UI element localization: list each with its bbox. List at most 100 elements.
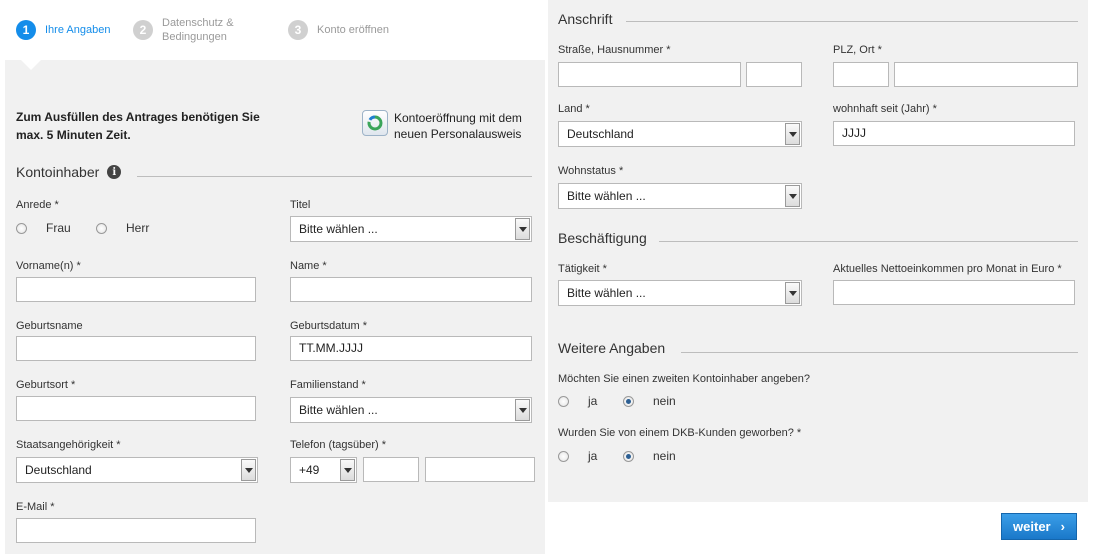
ort-input[interactable] bbox=[894, 62, 1078, 87]
step-3-number: 3 bbox=[288, 20, 308, 40]
chevron-down-icon bbox=[785, 185, 800, 207]
einkommen-input[interactable] bbox=[833, 280, 1075, 305]
personalausweis-link[interactable]: Kontoeröffnung mit dem neuen Personalaus… bbox=[362, 110, 522, 142]
wohnstatus-value: Bitte wählen ... bbox=[567, 189, 646, 203]
ja-label: ja bbox=[588, 449, 598, 463]
step-2: 2 Datenschutz & Bedingungen bbox=[133, 16, 234, 44]
anrede-herr-radio[interactable] bbox=[96, 222, 107, 234]
step-2-number: 2 bbox=[133, 20, 153, 40]
familienstand-value: Bitte wählen ... bbox=[299, 403, 378, 417]
wohnstatus-label: Wohnstatus * bbox=[558, 165, 624, 177]
titel-select[interactable]: Bitte wählen ... bbox=[290, 216, 532, 242]
wohnhaft-label: wohnhaft seit (Jahr) * bbox=[833, 103, 937, 115]
nein-label: nein bbox=[653, 394, 676, 408]
step-3-label: Konto eröffnen bbox=[317, 24, 389, 36]
chevron-down-icon bbox=[515, 399, 530, 421]
zweiter-kontoinhaber-question: Möchten Sie einen zweiten Kontoinhaber a… bbox=[558, 373, 810, 385]
staatsangehoerigkeit-select[interactable]: Deutschland bbox=[16, 457, 258, 483]
id-card-icon bbox=[362, 110, 388, 136]
staatsangehoerigkeit-label: Staatsangehörigkeit * bbox=[16, 439, 121, 451]
geworben-ja[interactable]: ja bbox=[558, 449, 597, 463]
geburtsdatum-input[interactable]: TT.MM.JJJJ bbox=[290, 336, 532, 361]
telefon-label: Telefon (tagsüber) * bbox=[290, 439, 386, 451]
chevron-right-icon: › bbox=[1060, 519, 1065, 534]
section-divider bbox=[137, 176, 532, 177]
geworben-ja-radio[interactable] bbox=[558, 450, 569, 462]
einkommen-label: Aktuelles Nettoeinkommen pro Monat in Eu… bbox=[833, 263, 1062, 275]
vorname-input[interactable] bbox=[16, 277, 256, 302]
familienstand-label: Familienstand * bbox=[290, 379, 366, 391]
geburtsort-label: Geburtsort * bbox=[16, 379, 76, 391]
step-2-label-line1: Datenschutz & bbox=[162, 17, 234, 29]
info-icon[interactable]: i bbox=[107, 165, 122, 179]
geburtsdatum-label: Geburtsdatum * bbox=[290, 320, 368, 332]
progress-stepper: 1 Ihre Angaben 2 Datenschutz & Bedingung… bbox=[5, 0, 545, 60]
step-3: 3 Konto eröffnen bbox=[288, 20, 389, 40]
ausweis-text: Kontoeröffnung mit dem neuen Personalaus… bbox=[394, 110, 522, 142]
strasse-label: Straße, Hausnummer * bbox=[558, 44, 671, 56]
email-label: E-Mail * bbox=[16, 501, 55, 513]
kontoinhaber-heading: Kontoinhaber i bbox=[16, 164, 122, 180]
land-label: Land * bbox=[558, 103, 590, 115]
kontoinhaber-heading-text: Kontoinhaber bbox=[16, 164, 100, 180]
hausnummer-input[interactable] bbox=[746, 62, 802, 87]
weitere-heading: Weitere Angaben bbox=[558, 340, 665, 356]
anrede-frau-label: Frau bbox=[46, 221, 71, 235]
anrede-label: Anrede * bbox=[16, 199, 59, 211]
geburtsname-input[interactable] bbox=[16, 336, 256, 361]
weitere-heading-text: Weitere Angaben bbox=[558, 340, 666, 356]
geworben-nein-radio[interactable] bbox=[623, 450, 634, 462]
taetigkeit-label: Tätigkeit * bbox=[558, 263, 607, 275]
name-input[interactable] bbox=[290, 277, 532, 302]
chevron-down-icon bbox=[785, 123, 800, 145]
telefon-prefix-value: +49 bbox=[299, 463, 320, 477]
land-value: Deutschland bbox=[567, 127, 634, 141]
weiter-button[interactable]: weiter › bbox=[1001, 513, 1077, 540]
anrede-frau[interactable]: Frau bbox=[16, 221, 71, 235]
section-divider bbox=[626, 21, 1078, 22]
zweiter-kontoinhaber-ja-radio[interactable] bbox=[558, 395, 569, 407]
geworben-nein[interactable]: nein bbox=[623, 449, 676, 463]
beschaeftigung-heading: Beschäftigung bbox=[558, 230, 647, 246]
wohnstatus-select[interactable]: Bitte wählen ... bbox=[558, 183, 802, 209]
taetigkeit-value: Bitte wählen ... bbox=[567, 286, 646, 300]
zweiter-kontoinhaber-nein[interactable]: nein bbox=[623, 394, 676, 408]
wohnhaft-input[interactable]: JJJJ bbox=[833, 121, 1075, 146]
telefon-prefix-select[interactable]: +49 bbox=[290, 457, 357, 483]
taetigkeit-select[interactable]: Bitte wählen ... bbox=[558, 280, 802, 306]
step-1-number: 1 bbox=[16, 20, 36, 40]
staatsangehoerigkeit-value: Deutschland bbox=[25, 463, 92, 477]
step-2-label: Datenschutz & Bedingungen bbox=[162, 16, 234, 44]
step-2-label-line2: Bedingungen bbox=[162, 31, 227, 43]
chevron-down-icon bbox=[515, 218, 530, 240]
telefon-nummer-input[interactable] bbox=[425, 457, 535, 482]
ausweis-line1: Kontoeröffnung mit dem bbox=[394, 111, 522, 125]
ausweis-line2: neuen Personalausweis bbox=[394, 127, 522, 141]
telefon-vorwahl-input[interactable] bbox=[363, 457, 419, 482]
titel-label: Titel bbox=[290, 199, 311, 211]
section-divider bbox=[681, 352, 1078, 353]
intro-text: Zum Ausfüllen des Antrages benötigen Sie… bbox=[16, 108, 276, 144]
name-label: Name * bbox=[290, 260, 327, 272]
stepper-pointer bbox=[20, 59, 42, 70]
anrede-herr-label: Herr bbox=[126, 221, 150, 235]
vorname-label: Vorname(n) * bbox=[16, 260, 81, 272]
zweiter-kontoinhaber-nein-radio[interactable] bbox=[623, 395, 634, 407]
land-select[interactable]: Deutschland bbox=[558, 121, 802, 147]
zweiter-kontoinhaber-ja[interactable]: ja bbox=[558, 394, 597, 408]
email-input[interactable] bbox=[16, 518, 256, 543]
nein-label: nein bbox=[653, 449, 676, 463]
chevron-down-icon bbox=[785, 282, 800, 304]
anrede-frau-radio[interactable] bbox=[16, 222, 27, 234]
anrede-herr[interactable]: Herr bbox=[96, 221, 149, 235]
section-divider bbox=[659, 241, 1078, 242]
strasse-input[interactable] bbox=[558, 62, 741, 87]
ja-label: ja bbox=[588, 394, 598, 408]
plz-input[interactable] bbox=[833, 62, 889, 87]
geburtsname-label: Geburtsname bbox=[16, 320, 83, 332]
chevron-down-icon bbox=[241, 459, 256, 481]
familienstand-select[interactable]: Bitte wählen ... bbox=[290, 397, 532, 423]
plz-ort-label: PLZ, Ort * bbox=[833, 44, 882, 56]
step-1[interactable]: 1 Ihre Angaben bbox=[16, 20, 110, 40]
geburtsort-input[interactable] bbox=[16, 396, 256, 421]
